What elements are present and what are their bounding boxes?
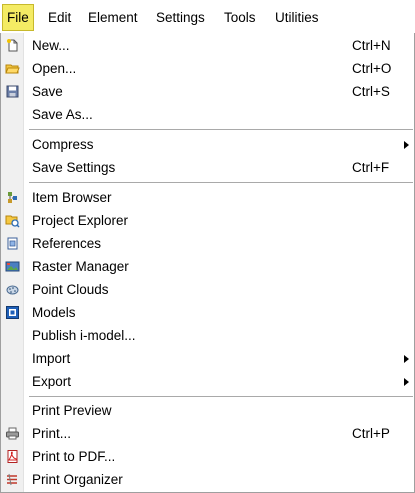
menu-item-models-label: Models [32,305,76,320]
menu-item-point-clouds-label: Point Clouds [32,282,109,297]
item-browser-icon [5,190,20,205]
menu-item-save[interactable]: Save Ctrl+S [1,80,414,103]
menu-utilities[interactable]: Utilities [273,7,321,28]
menu-item-print[interactable]: Print... Ctrl+P [1,422,414,445]
save-disk-icon [5,84,20,99]
printer-icon [5,426,20,441]
menu-tools[interactable]: Tools [222,7,258,28]
project-explorer-icon [5,213,20,228]
print-organizer-icon [5,472,20,487]
menu-separator [29,182,413,184]
menu-item-item-browser-label: Item Browser [32,190,112,205]
menu-item-print-organizer[interactable]: Print Organizer [1,468,414,491]
menu-item-new[interactable]: New... Ctrl+N [1,34,414,57]
submenu-arrow-icon [404,378,409,386]
point-clouds-icon [5,282,20,297]
menu-item-open-shortcut: Ctrl+O [352,61,392,76]
menu-item-publish-imodel-label: Publish i-model... [32,328,136,343]
open-folder-icon [5,61,20,76]
menu-item-export-label: Export [32,374,72,389]
menu-item-item-browser[interactable]: Item Browser [1,186,414,209]
menu-item-references[interactable]: References [1,232,414,255]
menu-item-save-settings-label: Save Settings [32,160,116,175]
menu-element-label: Element [88,10,138,25]
menu-bar: File Edit Element Settings Tools Utiliti… [0,0,415,33]
menu-edit-label: Edit [48,10,72,25]
menu-item-print-preview-label: Print Preview [32,403,112,418]
menu-item-print-to-pdf[interactable]: Print to PDF... [1,445,414,468]
menu-item-print-to-pdf-label: Print to PDF... [32,449,116,464]
menu-item-print-label: Print... [32,426,72,441]
submenu-arrow-icon [404,355,409,363]
new-document-icon [5,38,20,53]
menu-settings[interactable]: Settings [154,7,207,28]
menu-item-save-shortcut: Ctrl+S [352,84,390,99]
menu-item-print-shortcut: Ctrl+P [352,426,390,441]
menu-item-new-shortcut: Ctrl+N [352,38,391,53]
menu-item-project-explorer-label: Project Explorer [32,213,129,228]
menu-separator [29,129,413,131]
menu-element[interactable]: Element [86,7,140,28]
menu-item-raster-manager[interactable]: Raster Manager [1,255,414,278]
menu-item-references-label: References [32,236,102,251]
menu-item-compress-label: Compress [32,137,94,152]
references-icon [5,236,20,251]
menu-item-save-as-label: Save As... [32,107,93,122]
menu-item-open-label: Open... [32,61,77,76]
raster-manager-icon [5,259,20,274]
menu-item-raster-manager-label: Raster Manager [32,259,129,274]
menu-file[interactable]: File [2,4,34,31]
menu-item-open[interactable]: Open... Ctrl+O [1,57,414,80]
menu-item-publish-imodel[interactable]: Publish i-model... [1,324,414,347]
pdf-icon [5,449,20,464]
menu-item-import[interactable]: Import [1,347,414,370]
menu-item-import-label: Import [32,351,71,366]
menu-file-label: File [7,10,29,25]
menu-item-compress[interactable]: Compress [1,133,414,156]
menu-utilities-label: Utilities [275,10,319,25]
submenu-arrow-icon [404,141,409,149]
models-icon [5,305,20,320]
menu-item-project-explorer[interactable]: Project Explorer [1,209,414,232]
menu-item-save-as[interactable]: Save As... [1,103,414,126]
menu-edit[interactable]: Edit [46,7,73,28]
menu-item-print-preview[interactable]: Print Preview [1,399,414,422]
menu-item-save-settings[interactable]: Save Settings Ctrl+F [1,156,414,179]
menu-separator [29,396,413,398]
menu-item-save-settings-shortcut: Ctrl+F [352,160,390,175]
menu-item-print-organizer-label: Print Organizer [32,472,123,487]
menu-tools-label: Tools [224,10,256,25]
menu-item-models[interactable]: Models [1,301,414,324]
menu-item-point-clouds[interactable]: Point Clouds [1,278,414,301]
menu-item-save-label: Save [32,84,63,99]
menu-item-new-label: New... [32,38,70,53]
menu-settings-label: Settings [156,10,205,25]
menu-item-export[interactable]: Export [1,370,414,393]
file-menu-dropdown: New... Ctrl+N Open... Ctrl+O Save Ctrl+S… [0,33,415,493]
